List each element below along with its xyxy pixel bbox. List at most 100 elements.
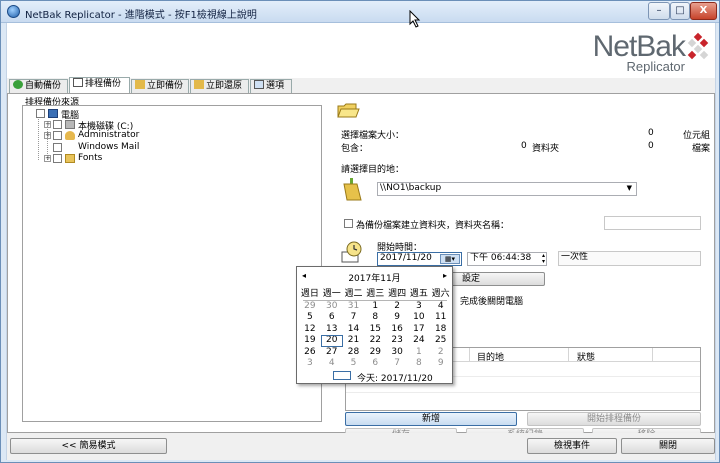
source-tree[interactable]: 電腦 + 本機磁碟 (C:) + Administrator Windows M… — [22, 105, 322, 422]
calendar-day[interactable]: 21 — [343, 335, 365, 347]
calendar-day[interactable]: 18 — [430, 324, 452, 336]
tree-item-administrator[interactable]: Administrator — [78, 130, 139, 140]
tab-label: 立即還原 — [206, 81, 243, 91]
close-button[interactable]: 關閉 — [621, 438, 715, 454]
client-area: NetBak Replicator 自動備份 排程備份 立即備份 立即還原 選項… — [6, 23, 716, 460]
logo-diamond-icon — [699, 38, 709, 48]
tab-scheduled-backup[interactable]: 排程備份 — [69, 77, 130, 94]
next-month-icon[interactable]: ▸ — [443, 271, 447, 280]
start-time-input[interactable]: 下午 06:44:38 ▴ ▾ — [467, 252, 547, 266]
maximize-button[interactable]: □ — [670, 2, 690, 20]
calendar-day[interactable]: 7 — [386, 358, 408, 370]
weekday-label: 週一 — [322, 289, 341, 299]
calendar-day[interactable]: 31 — [343, 301, 365, 313]
calendar-popup[interactable]: ◂ 2017年11月 ▸ 週日 週一 週二 週三 週四 週五 週六 29 30 … — [296, 266, 453, 384]
add-button[interactable]: 新增 — [345, 412, 517, 426]
calendar-day[interactable]: 15 — [364, 324, 386, 336]
tree-item-windows-mail[interactable]: Windows Mail — [78, 142, 139, 152]
tree-checkbox[interactable] — [36, 109, 45, 118]
tab-auto-backup[interactable]: 自動備份 — [9, 79, 68, 93]
column-divider — [469, 348, 470, 362]
column-destination[interactable]: 目的地 — [477, 350, 504, 363]
calendar-day[interactable]: 1 — [408, 347, 430, 359]
column-status[interactable]: 狀態 — [577, 350, 595, 363]
size-unit: 位元組 — [683, 131, 711, 141]
calendar-grid: 週日 週一 週二 週三 週四 週五 週六 29 30 31 1 2 3 4 5 … — [299, 289, 452, 370]
calendar-day[interactable]: 19 — [299, 335, 321, 347]
calendar-day[interactable]: 29 — [364, 347, 386, 359]
tab-instant-restore[interactable]: 立即還原 — [190, 79, 249, 93]
spinner-icon[interactable]: ▴ ▾ — [542, 253, 545, 265]
title-bar[interactable]: NetBak Replicator - 進階模式 - 按F1檢視線上說明 – □… — [1, 1, 719, 23]
today-link[interactable]: 今天: 2017/11/20 — [357, 371, 433, 384]
minimize-button[interactable]: – — [648, 2, 670, 20]
calendar-day[interactable]: 7 — [343, 312, 365, 324]
folder-name-input[interactable] — [604, 216, 701, 230]
today-marker-icon — [333, 371, 351, 380]
calendar-day[interactable]: 29 — [299, 301, 321, 313]
calendar-day[interactable]: 27 — [321, 347, 343, 359]
tree-checkbox[interactable] — [53, 154, 62, 163]
calendar-day[interactable]: 11 — [430, 312, 452, 324]
tree-checkbox[interactable] — [53, 143, 62, 152]
create-folder-checkbox[interactable] — [344, 219, 353, 228]
calendar-day[interactable]: 14 — [343, 324, 365, 336]
calendar-day[interactable]: 1 — [364, 301, 386, 313]
calendar-day[interactable]: 22 — [364, 335, 386, 347]
calendar-day[interactable]: 10 — [408, 312, 430, 324]
simple-mode-button[interactable]: << 簡易模式 — [10, 438, 167, 454]
calendar-month-label[interactable]: 2017年11月 — [297, 271, 452, 284]
expand-icon[interactable]: + — [44, 155, 51, 162]
calendar-day[interactable]: 13 — [321, 324, 343, 336]
calendar-dropdown-icon[interactable]: ▦▾ — [440, 254, 460, 264]
calendar-day[interactable]: 28 — [343, 347, 365, 359]
tree-checkbox[interactable] — [53, 120, 62, 129]
restore-icon — [194, 80, 204, 89]
destination-select[interactable]: \\NO1\backup ▼ — [377, 182, 637, 196]
calendar-day[interactable]: 6 — [321, 312, 343, 324]
calendar-day[interactable]: 4 — [430, 301, 452, 313]
start-date-picker[interactable]: 2017/11/20 ▦▾ — [377, 252, 462, 266]
weekday-row: 週日 週一 週二 週三 週四 週五 週六 — [299, 289, 452, 301]
calendar-day[interactable]: 2 — [430, 347, 452, 359]
calendar-day[interactable]: 2 — [386, 301, 408, 313]
calendar-day[interactable]: 8 — [408, 358, 430, 370]
options-icon — [254, 80, 264, 89]
folders-unit: 資料夾 — [532, 144, 560, 154]
expand-icon[interactable]: + — [44, 132, 51, 139]
column-divider — [652, 348, 653, 362]
calendar-day[interactable]: 17 — [408, 324, 430, 336]
calendar-day[interactable]: 4 — [321, 358, 343, 370]
calendar-day[interactable]: 5 — [299, 312, 321, 324]
calendar-day[interactable]: 3 — [299, 358, 321, 370]
calendar-day[interactable]: 6 — [364, 358, 386, 370]
tab-label: 立即備份 — [147, 81, 184, 91]
calendar-day[interactable]: 12 — [299, 324, 321, 336]
view-events-button[interactable]: 檢視事件 — [527, 438, 617, 454]
calendar-day[interactable]: 23 — [386, 335, 408, 347]
destination-label: 請選擇目的地： — [341, 165, 405, 175]
calendar-day[interactable]: 24 — [408, 335, 430, 347]
tree-item-fonts[interactable]: Fonts — [78, 153, 102, 163]
calendar-day[interactable]: 3 — [408, 301, 430, 313]
calendar-day[interactable]: 30 — [321, 301, 343, 313]
tab-options[interactable]: 選項 — [250, 79, 292, 93]
size-label: 選擇檔案大小： — [341, 131, 405, 141]
tree-checkbox[interactable] — [53, 131, 62, 140]
calendar-day[interactable]: 26 — [299, 347, 321, 359]
tab-instant-backup[interactable]: 立即備份 — [131, 79, 189, 93]
calendar-day[interactable]: 16 — [386, 324, 408, 336]
size-value: 0 — [648, 128, 654, 138]
calendar-day[interactable]: 8 — [364, 312, 386, 324]
calendar-day-selected[interactable]: 20 — [320, 335, 343, 347]
calendar-day[interactable]: 9 — [430, 358, 452, 370]
start-schedule-button[interactable]: 開始排程備份 — [527, 412, 701, 426]
frequency-field: 一次性 — [558, 251, 701, 266]
close-window-button[interactable]: X — [690, 2, 717, 20]
expand-icon[interactable]: + — [44, 121, 51, 128]
calendar-day[interactable]: 9 — [386, 312, 408, 324]
table-row — [346, 392, 700, 393]
calendar-day[interactable]: 30 — [386, 347, 408, 359]
calendar-day[interactable]: 5 — [343, 358, 365, 370]
calendar-day[interactable]: 25 — [430, 335, 452, 347]
